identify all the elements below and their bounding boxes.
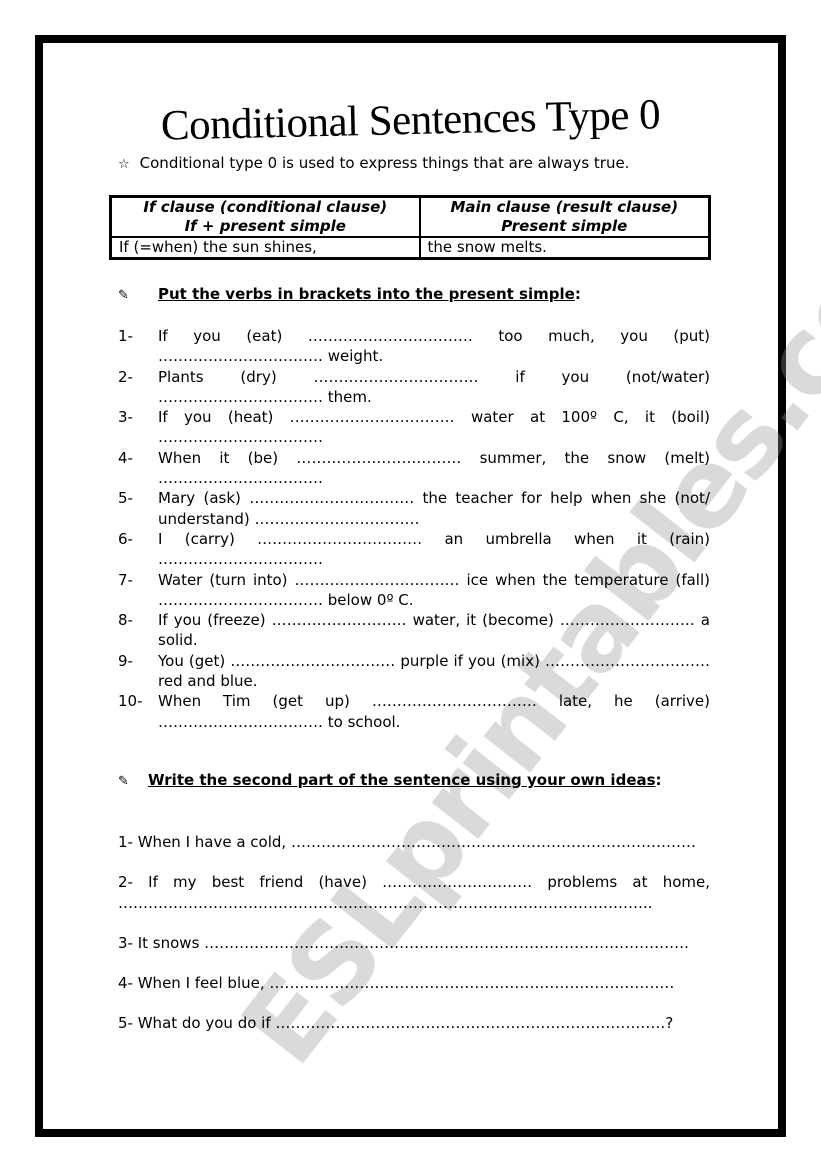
header-if-clause: If clause (conditional clause) If + prese… (109, 195, 421, 238)
intro-text: Conditional type 0 is used to express th… (139, 154, 630, 172)
item-text[interactable]: If you (freeze) ……………………… water, it (bec… (158, 610, 710, 651)
exercise-item: 2- Plants (dry) …………………………… if you (not/w… (118, 367, 710, 408)
item-text[interactable]: Water (turn into) …………………………… ice when t… (158, 570, 710, 611)
own-ideas-item[interactable]: 2- If my best friend (have) ………………………… p… (118, 872, 710, 913)
item-text[interactable]: You (get) …………………………… purple if you (mix… (158, 651, 710, 692)
item-number: 5- (118, 489, 133, 508)
exercise1-heading: ✎ Put the verbs in brackets into the pres… (118, 285, 581, 303)
exercise-item: 3- If you (heat) …………………………… water at 100… (118, 407, 710, 448)
item-text[interactable]: Mary (ask) …………………………… the teacher for h… (158, 488, 710, 529)
exercise-item: 4- When it (be) …………………………… summer, the s… (118, 448, 710, 489)
pencil-icon: ✎ (118, 288, 129, 303)
own-ideas-item[interactable]: 5- What do you do if …………………………………………………… (118, 1013, 710, 1033)
item-text[interactable]: I (carry) …………………………… an umbrella when i… (158, 529, 710, 570)
item-number: 3- (118, 408, 133, 427)
grammar-table: If clause (conditional clause) If + prese… (109, 195, 711, 260)
item-text[interactable]: Plants (dry) …………………………… if you (not/wat… (158, 367, 710, 408)
item-number: 8- (118, 611, 133, 630)
item-number: 4- (118, 448, 133, 467)
example-if-clause: If (=when) the sun shines, (109, 236, 421, 260)
item-text[interactable]: When Tim (get up) …………………………… late, he (… (158, 691, 710, 732)
exercise-item: 9- You (get) …………………………… purple if you (m… (118, 651, 710, 692)
item-number: 9- (118, 651, 133, 670)
exercise-item: 6- I (carry) …………………………… an umbrella when… (118, 529, 710, 570)
item-number: 6- (118, 529, 133, 548)
star-icon: ☆ (118, 157, 130, 172)
intro-line: ☆ Conditional type 0 is used to express t… (118, 154, 629, 172)
exercise1-list: 1- If you (eat) …………………………… too much, you… (118, 326, 710, 732)
exercise2-list: 1- When I have a cold, ……………………………………………… (118, 832, 710, 1034)
exercise-item: 7- Water (turn into) …………………………… ice when… (118, 570, 710, 611)
exercise-item: 1- If you (eat) …………………………… too much, you… (118, 326, 710, 367)
exercise-item: 10- When Tim (get up) …………………………… late, h… (118, 691, 710, 732)
example-main-clause: the snow melts. (418, 236, 711, 260)
own-ideas-item[interactable]: 1- When I have a cold, ……………………………………………… (118, 832, 710, 852)
item-number: 10- (118, 692, 143, 711)
own-ideas-item[interactable]: 4- When I feel blue, …………………………………………………… (118, 973, 710, 993)
item-number: 1- (118, 327, 133, 345)
exercise-item: 5- Mary (ask) …………………………… the teacher for… (118, 488, 710, 529)
item-text[interactable]: If you (heat) …………………………… water at 100º … (158, 407, 710, 448)
header-main-clause: Main clause (result clause) Present simpl… (418, 195, 711, 238)
item-number: 7- (118, 570, 133, 589)
exercise2-heading: ✎ Write the second part of the sentence u… (118, 771, 662, 789)
exercise-item: 8- If you (freeze) ……………………… water, it (b… (118, 610, 710, 651)
own-ideas-item[interactable]: 3- It snows …………………………………………………………………………… (118, 933, 710, 953)
item-number: 2- (118, 367, 133, 386)
item-text[interactable]: When it (be) …………………………… summer, the sno… (158, 448, 710, 489)
pencil-icon: ✎ (118, 774, 129, 789)
item-text[interactable]: If you (eat) …………………………… too much, you (… (158, 326, 710, 367)
